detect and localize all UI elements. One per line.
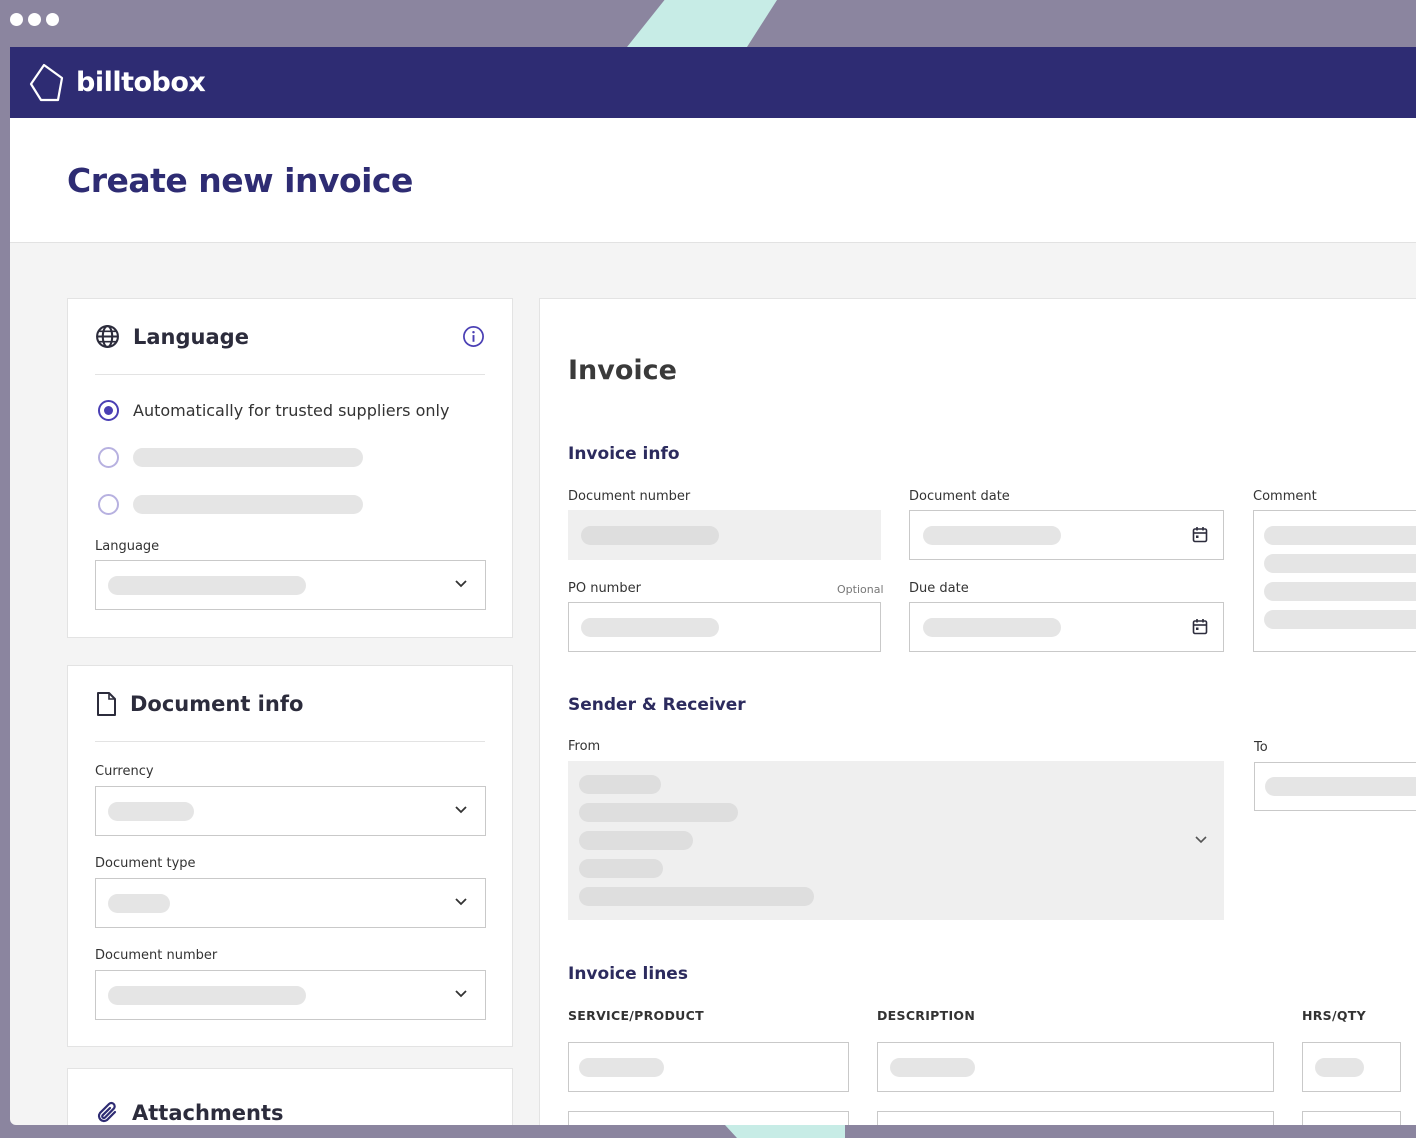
invoice-panel: Invoice Invoice info Document number Doc…: [539, 298, 1416, 1125]
line-service-input[interactable]: [568, 1042, 849, 1092]
placeholder-bar: [108, 893, 170, 913]
invoice-info-title: Invoice info: [568, 444, 680, 464]
globe-icon: [96, 325, 119, 348]
window-dot: [28, 13, 41, 26]
attachments-card: Attachments: [67, 1068, 513, 1125]
top-navigation-bar: billtobox: [10, 47, 1416, 118]
comment-label: Comment: [1253, 489, 1317, 504]
document-info-title: Document info: [130, 691, 304, 716]
placeholder-bar: [1264, 526, 1416, 545]
placeholder-bar: [581, 617, 719, 637]
column-header-service: SERVICE/PRODUCT: [568, 1008, 704, 1023]
placeholder-bar: [133, 448, 363, 467]
radio-option-auto[interactable]: Automatically for trusted suppliers only: [98, 387, 482, 434]
document-date-label: Document date: [909, 489, 1010, 504]
chevron-down-icon: [455, 806, 467, 814]
line-qty-input[interactable]: [1302, 1042, 1401, 1092]
language-select-label: Language: [95, 539, 160, 554]
chevron-down-icon: [1195, 835, 1207, 843]
page-title: Create new invoice: [67, 160, 413, 200]
line-description-input[interactable]: [877, 1042, 1274, 1092]
chevron-down-icon: [455, 580, 467, 588]
to-label: To: [1254, 740, 1268, 755]
attachments-title: Attachments: [132, 1101, 284, 1125]
language-card: Language Automatically for trusted suppl…: [67, 298, 513, 638]
placeholder-bar: [579, 831, 693, 850]
placeholder-bar: [1264, 582, 1416, 601]
language-card-title: Language: [133, 324, 249, 349]
radio-option[interactable]: [98, 434, 482, 481]
attachments-header: Attachments: [95, 1091, 485, 1125]
comment-textarea[interactable]: [1253, 510, 1416, 652]
document-number-field[interactable]: [568, 510, 881, 560]
chevron-down-icon: [455, 990, 467, 998]
info-icon[interactable]: [462, 325, 485, 348]
radio-button[interactable]: [98, 447, 119, 468]
document-info-card: Document info Currency Document type Doc…: [67, 665, 513, 1047]
decorative-stripe: [725, 1125, 845, 1138]
calendar-icon[interactable]: [1192, 618, 1208, 635]
chevron-down-icon: [455, 898, 467, 906]
document-type-label: Document type: [95, 856, 196, 871]
optional-hint: Optional: [837, 583, 884, 596]
due-date-field[interactable]: [909, 602, 1224, 652]
radio-button[interactable]: [98, 400, 119, 421]
document-number-label: Document number: [95, 948, 218, 963]
radio-label: Automatically for trusted suppliers only: [133, 401, 450, 420]
placeholder-bar: [1264, 554, 1416, 573]
placeholder-bar: [581, 525, 719, 545]
brand-name[interactable]: billtobox: [76, 67, 206, 98]
paperclip-icon: [97, 1101, 117, 1123]
column-header-description: DESCRIPTION: [877, 1008, 976, 1023]
line-qty-input[interactable]: [1302, 1111, 1401, 1125]
placeholder-bar: [108, 985, 306, 1005]
placeholder-bar: [108, 801, 194, 821]
logo-mark-icon: [29, 63, 64, 101]
placeholder-bar: [1315, 1057, 1364, 1077]
from-select[interactable]: [568, 761, 1224, 920]
document-date-field[interactable]: [909, 510, 1224, 560]
column-header-qty: HRS/QTY: [1302, 1008, 1366, 1023]
calendar-icon[interactable]: [1192, 526, 1208, 543]
po-number-label: PO number: [568, 581, 641, 596]
placeholder-bar: [1265, 777, 1416, 796]
document-type-select[interactable]: [95, 878, 486, 928]
line-service-input[interactable]: [568, 1111, 849, 1125]
app-window: billtobox Create new invoice Language Au…: [10, 47, 1416, 1125]
placeholder-bar: [923, 525, 1061, 545]
placeholder-bar: [133, 495, 363, 514]
document-number-label: Document number: [568, 489, 691, 504]
placeholder-bar: [890, 1057, 975, 1077]
radio-button[interactable]: [98, 494, 119, 515]
invoice-title: Invoice: [568, 355, 677, 386]
placeholder-bar: [579, 775, 661, 794]
line-description-input[interactable]: [877, 1111, 1274, 1125]
invoice-lines-title: Invoice lines: [568, 964, 688, 984]
placeholder-bar: [923, 617, 1061, 637]
radio-option[interactable]: [98, 481, 482, 528]
language-card-header: Language: [95, 299, 485, 375]
placeholder-bar: [1264, 610, 1416, 629]
from-label: From: [568, 739, 601, 754]
placeholder-bar: [579, 803, 738, 822]
placeholder-bar: [579, 887, 814, 906]
decorative-stripe: [627, 0, 777, 47]
placeholder-bar: [579, 859, 663, 878]
language-select[interactable]: [95, 560, 486, 610]
window-dot: [10, 13, 23, 26]
window-dots: [10, 13, 59, 26]
currency-select[interactable]: [95, 786, 486, 836]
document-icon: [97, 691, 116, 716]
sender-receiver-title: Sender & Receiver: [568, 695, 746, 715]
document-number-select[interactable]: [95, 970, 486, 1020]
due-date-label: Due date: [909, 581, 969, 596]
window-dot: [46, 13, 59, 26]
placeholder-bar: [108, 575, 306, 595]
currency-label: Currency: [95, 764, 154, 779]
po-number-field[interactable]: [568, 602, 881, 652]
to-select[interactable]: [1254, 762, 1416, 811]
page-header: Create new invoice: [10, 118, 1416, 243]
placeholder-bar: [579, 1057, 664, 1077]
document-info-header: Document info: [95, 666, 485, 742]
